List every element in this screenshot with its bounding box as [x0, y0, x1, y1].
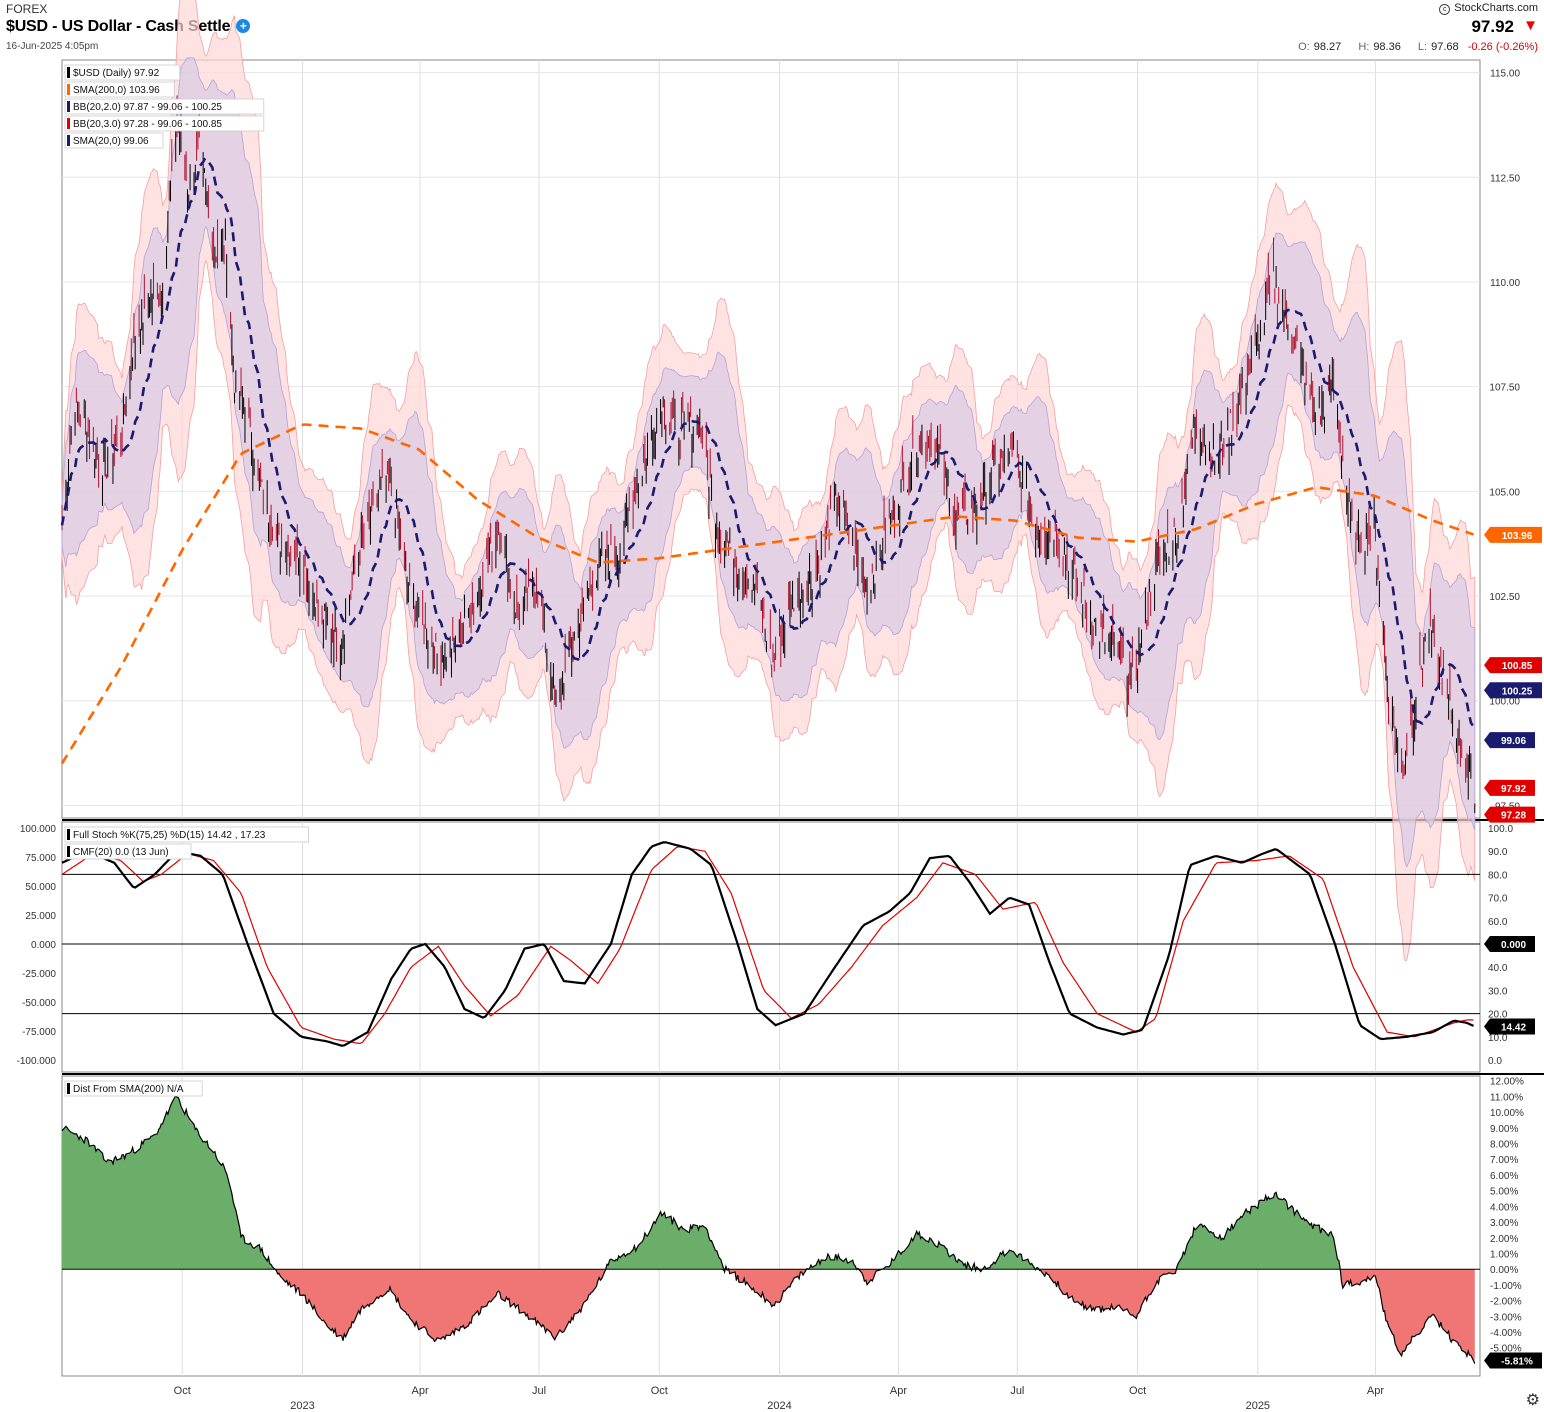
dist-negative-area	[62, 1269, 1475, 1364]
y-tick-label: 2.00%	[1490, 1234, 1518, 1245]
chart-canvas[interactable]: 115.00 112.50 110.00 107.50 105.00 102.50 100.…	[0, 0, 1544, 1412]
y-tick-label: -50.000	[22, 998, 56, 1009]
y-tick-label: 110.00	[1490, 278, 1520, 289]
y-tick-label: -4.00%	[1490, 1328, 1522, 1339]
legend-entry: BB(20,3.0) 97.28 - 99.06 - 100.85	[73, 119, 222, 130]
y-tick-label: 40.0	[1488, 963, 1508, 974]
legend-swatch	[67, 135, 70, 146]
dist-value-tag: -5.81%	[1501, 1356, 1533, 1367]
legend-entry: BB(20,2.0) 97.87 - 99.06 - 100.25	[73, 102, 222, 113]
price-value-tag: 97.92	[1501, 784, 1526, 795]
price-value-tag: 103.96	[1502, 531, 1533, 542]
legend-entry: SMA(200,0) 103.96	[73, 85, 160, 96]
y-tick-label: 5.00%	[1490, 1187, 1518, 1198]
x-tick-label: 2025	[1246, 1400, 1270, 1412]
y-tick-label: 0.0	[1488, 1056, 1502, 1067]
x-tick-label: Oct	[1129, 1385, 1146, 1397]
y-tick-label: 7.00%	[1490, 1155, 1518, 1166]
price-value-tag: 100.25	[1502, 686, 1533, 697]
stoch-value-tag: 14.42	[1501, 1023, 1526, 1034]
y-tick-label: 112.50	[1490, 173, 1520, 184]
x-tick-label: Jul	[532, 1385, 546, 1397]
distance-panel: 12.00% 11.00% 10.00% 9.00% 8.00% 7.00% 6.00% 5.…	[61, 1077, 1542, 1369]
y-tick-label: -3.00%	[1490, 1312, 1522, 1323]
y-tick-label: 6.00%	[1490, 1171, 1518, 1182]
y-tick-label: -75.000	[22, 1027, 56, 1038]
x-tick-label: Oct	[174, 1385, 191, 1397]
y-tick-label: 107.50	[1489, 383, 1520, 394]
gear-icon[interactable]: ⚙	[1526, 1390, 1540, 1410]
x-tick-label: 2023	[290, 1400, 314, 1412]
y-tick-label: 0.00%	[1490, 1265, 1518, 1276]
y-tick-label: 80.0	[1488, 870, 1508, 881]
price-value-tag: 100.85	[1502, 661, 1533, 672]
stochastic-panel: 100.090.080.070.060.050.040.030.020.010.…	[17, 824, 1535, 1067]
x-axis: Oct Apr Jul Oct Apr Jul Oct Apr 2023 2024 2025	[174, 1385, 1385, 1412]
y-tick-label: 70.0	[1488, 894, 1508, 905]
legend-entry: SMA(20,0) 99.06	[73, 136, 149, 147]
y-tick-label: 102.50	[1489, 592, 1520, 603]
price-panel: 115.00 112.50 110.00 107.50 105.00 102.50 100.…	[60, 0, 1542, 962]
y-tick-label: 11.00%	[1490, 1092, 1523, 1103]
legend-entry: CMF(20) 0.0 (13 Jun)	[73, 847, 169, 858]
y-tick-label: 3.00%	[1490, 1218, 1518, 1229]
y-tick-label: 0.000	[31, 940, 56, 951]
y-tick-label: 10.00%	[1490, 1108, 1524, 1119]
x-tick-label: Apr	[890, 1385, 907, 1397]
y-tick-label: 30.0	[1488, 986, 1508, 997]
x-tick-label: Apr	[412, 1385, 429, 1397]
price-value-tag: 99.06	[1501, 736, 1526, 747]
legend-swatch	[67, 67, 70, 78]
y-tick-label: 4.00%	[1490, 1202, 1518, 1213]
legend-entry: Full Stoch %K(75,25) %D(15) 14.42 , 17.2…	[73, 830, 266, 841]
y-tick-label: 75.000	[25, 853, 56, 864]
y-tick-label: 9.00%	[1490, 1124, 1518, 1135]
legend-swatch	[67, 118, 70, 129]
x-tick-label: 2024	[767, 1400, 791, 1412]
legend-swatch	[67, 84, 70, 95]
y-tick-label: -1.00%	[1490, 1281, 1522, 1292]
y-tick-label: 100.000	[20, 824, 57, 835]
legend-swatch	[67, 101, 70, 112]
stoch-value-tag: 0.000	[1501, 940, 1526, 951]
y-tick-label: 115.00	[1490, 69, 1520, 80]
price-value-tag: 97.28	[1501, 811, 1526, 822]
x-tick-label: Jul	[1010, 1385, 1024, 1397]
y-tick-label: 50.000	[25, 882, 56, 893]
y-tick-label: 100.00	[1489, 697, 1520, 708]
y-tick-label: 25.000	[25, 911, 56, 922]
y-tick-label: -25.000	[22, 969, 56, 980]
y-tick-label: 90.0	[1488, 847, 1508, 858]
legend-swatch	[67, 1083, 70, 1094]
y-tick-label: -100.000	[17, 1056, 57, 1067]
legend-swatch	[67, 829, 70, 840]
y-tick-label: 105.00	[1489, 487, 1520, 498]
x-tick-label: Apr	[1367, 1385, 1384, 1397]
x-tick-label: Oct	[651, 1385, 668, 1397]
bollinger-band-2	[61, 57, 1476, 868]
y-tick-label: 100.0	[1488, 824, 1513, 835]
y-tick-label: -2.00%	[1490, 1297, 1522, 1308]
y-tick-label: 12.00%	[1490, 1077, 1524, 1088]
legend-swatch	[67, 846, 70, 857]
y-tick-label: 1.00%	[1490, 1249, 1518, 1260]
legend-entry: $USD (Daily) 97.92	[73, 68, 160, 79]
legend-entry: Dist From SMA(200) N/A	[73, 1084, 184, 1095]
y-tick-label: 60.0	[1488, 917, 1508, 928]
y-tick-label: 8.00%	[1490, 1140, 1518, 1151]
dist-positive-area	[62, 1095, 1475, 1270]
